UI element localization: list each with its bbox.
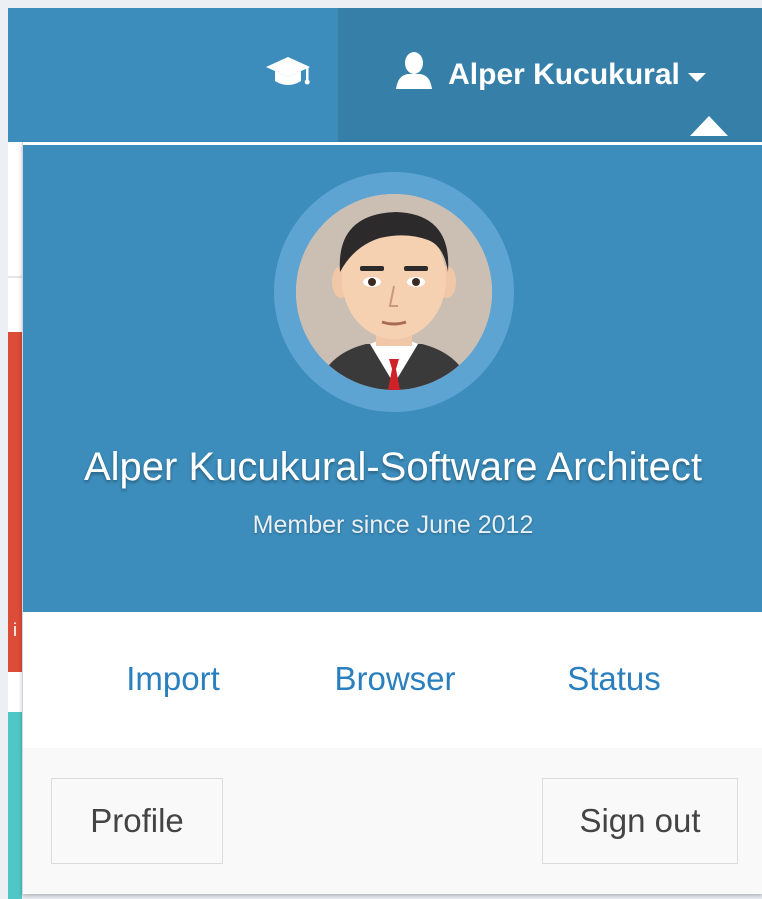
- education-nav-button[interactable]: [238, 8, 338, 142]
- background-teal-box: [8, 712, 22, 899]
- background-red-box-text: i: [13, 620, 17, 640]
- sign-out-button[interactable]: Sign out: [542, 778, 738, 864]
- browser-link[interactable]: Browser: [272, 660, 518, 698]
- user-body-links: Import Browser Status: [23, 612, 762, 749]
- user-menu-name: Alper Kucukural: [448, 58, 680, 91]
- import-link[interactable]: Import: [50, 660, 296, 698]
- user-icon: [394, 51, 434, 99]
- top-navbar: Alper Kucukural: [8, 8, 762, 142]
- status-link[interactable]: Status: [491, 660, 737, 698]
- user-dropdown-menu: Alper Kucukural-Software Architect Membe…: [22, 142, 762, 894]
- graduation-cap-icon: [264, 55, 312, 96]
- profile-name-title: Alper Kucukural-Software Architect: [83, 445, 703, 489]
- profile-button[interactable]: Profile: [51, 778, 223, 864]
- background-divider: [8, 276, 22, 278]
- member-since-text: Member since June 2012: [252, 511, 534, 539]
- caret-down-icon: [687, 72, 706, 82]
- dropdown-pointer: [690, 116, 728, 136]
- user-footer: Profile Sign out: [23, 748, 762, 894]
- user-header: Alper Kucukural-Software Architect Membe…: [23, 145, 762, 612]
- avatar: [296, 194, 492, 390]
